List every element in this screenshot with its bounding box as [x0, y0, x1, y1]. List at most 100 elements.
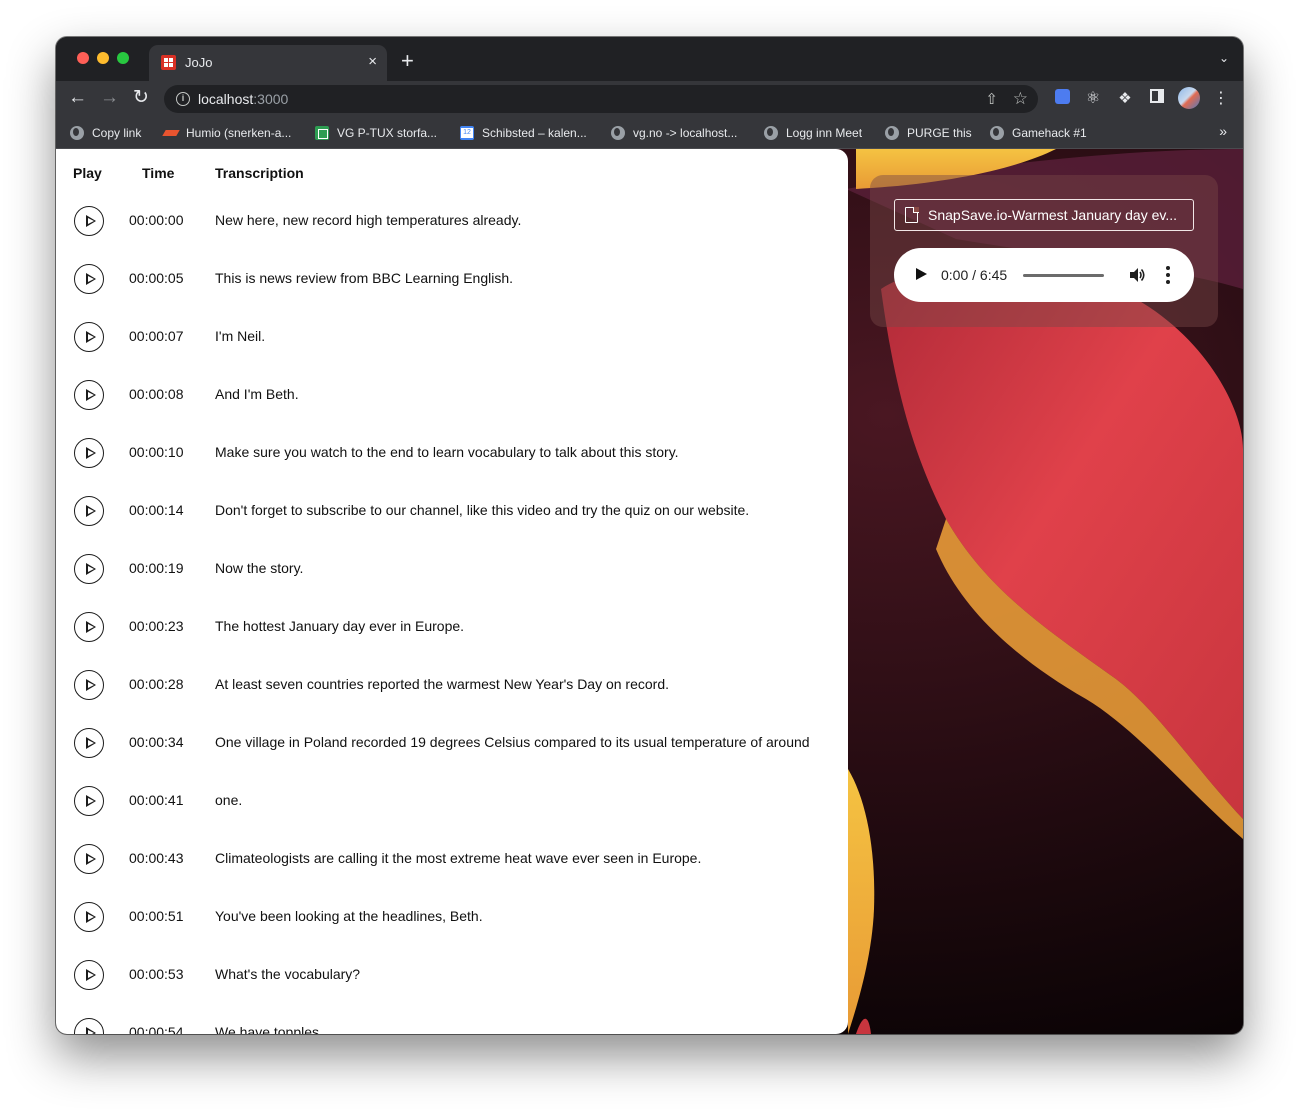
extensions-puzzle-icon[interactable]: ❖ — [1115, 89, 1135, 109]
minimize-window-button[interactable] — [97, 52, 109, 64]
close-window-button[interactable] — [77, 52, 89, 64]
segment-time: 00:00:08 — [129, 386, 184, 402]
bookmark-vg-ptux[interactable]: VG P-TUX storfa... — [315, 124, 437, 142]
table-row: 00:00:28 At least seven countries report… — [56, 657, 848, 715]
table-row: 00:00:08 And I'm Beth. — [56, 367, 848, 425]
bookmark-label: Copy link — [92, 126, 142, 140]
segment-text: The hottest January day ever in Europe. — [215, 618, 465, 634]
bookmark-label: PURGE this — [907, 126, 972, 140]
bookmark-humio[interactable]: Humio (snerken-a... — [164, 124, 291, 142]
table-row: 00:00:00 New here, new record high tempe… — [56, 193, 848, 251]
sheets-icon — [315, 126, 329, 140]
side-panel-icon[interactable] — [1147, 89, 1167, 109]
segment-text: What's the vocabulary? — [215, 966, 361, 982]
back-button[interactable]: ← — [68, 86, 87, 110]
segment-time: 00:00:14 — [129, 502, 184, 518]
segment-time: 00:00:54 — [129, 1024, 184, 1034]
file-chip[interactable]: SnapSave.io-Warmest January day ev... — [894, 199, 1194, 231]
tab-jojo[interactable]: JoJo × — [149, 45, 387, 81]
segment-text: You've been looking at the headlines, Be… — [215, 908, 483, 924]
forward-button[interactable]: → — [100, 86, 119, 110]
play-segment-button[interactable] — [74, 960, 104, 990]
segment-time: 00:00:00 — [129, 212, 184, 228]
extension-react-icon[interactable]: ⚛ — [1083, 89, 1103, 109]
segment-time: 00:00:07 — [129, 328, 184, 344]
segment-text: one. — [215, 792, 243, 808]
segment-text: Make sure you watch to the end to learn … — [215, 444, 679, 460]
table-row: 00:00:23 The hottest January day ever in… — [56, 599, 848, 657]
transcription-panel: Play Time Transcription 00:00:00 New her… — [56, 149, 848, 1034]
header-play: Play — [73, 165, 102, 181]
play-segment-button[interactable] — [74, 844, 104, 874]
tab-search-chevron-icon[interactable]: ⌄ — [1219, 51, 1229, 65]
maximize-window-button[interactable] — [117, 52, 129, 64]
segment-time: 00:00:23 — [129, 618, 184, 634]
browser-toolbar: ← → ↻ i localhost:3000 ⇧ ☆ ⚛ ❖ ⋮ — [56, 81, 1243, 117]
segment-text: We have topples. — [215, 1024, 323, 1034]
bookmark-copy-link[interactable]: Copy link — [70, 124, 141, 142]
segment-time: 00:00:53 — [129, 966, 184, 982]
page-viewport: Play Time Transcription 00:00:00 New her… — [56, 149, 1243, 1034]
bookmark-label: Schibsted – kalen... — [482, 126, 587, 140]
segment-text: Now the story. — [215, 560, 304, 576]
url-host: localhost — [198, 91, 254, 107]
file-name: SnapSave.io-Warmest January day ev... — [928, 207, 1177, 223]
bookmark-logg-inn-meet[interactable]: Logg inn Meet — [764, 124, 862, 142]
tab-strip: JoJo × + ⌄ — [56, 37, 1243, 81]
segment-text: New here, new record high temperatures a… — [215, 212, 522, 228]
bookmark-label: VG P-TUX storfa... — [337, 126, 438, 140]
audio-player-card: SnapSave.io-Warmest January day ev... 0:… — [870, 175, 1218, 327]
tab-close-button[interactable]: × — [368, 53, 377, 71]
play-segment-button[interactable] — [74, 322, 104, 352]
audio-seek-slider[interactable] — [1023, 274, 1104, 277]
play-segment-button[interactable] — [74, 902, 104, 932]
table-row: 00:00:34 One village in Poland recorded … — [56, 715, 848, 773]
globe-icon — [990, 126, 1004, 140]
segment-time: 00:00:51 — [129, 908, 184, 924]
bookmark-gamehack[interactable]: Gamehack #1 — [990, 124, 1087, 142]
segment-time: 00:00:34 — [129, 734, 184, 750]
play-segment-button[interactable] — [74, 264, 104, 294]
tab-title: JoJo — [185, 55, 213, 70]
globe-icon — [611, 126, 625, 140]
play-segment-button[interactable] — [74, 786, 104, 816]
play-segment-button[interactable] — [74, 612, 104, 642]
browser-menu-icon[interactable]: ⋮ — [1211, 89, 1231, 109]
table-row: 00:00:19 Now the story. — [56, 541, 848, 599]
play-segment-button[interactable] — [74, 728, 104, 758]
address-bar[interactable]: i localhost:3000 ⇧ ☆ — [164, 85, 1038, 113]
transcription-table-header: Play Time Transcription — [56, 165, 848, 185]
audio-play-button[interactable] — [916, 268, 927, 280]
new-tab-button[interactable]: + — [401, 50, 414, 72]
transcription-rows: 00:00:00 New here, new record high tempe… — [56, 193, 848, 1034]
play-segment-button[interactable] — [74, 438, 104, 468]
play-segment-button[interactable] — [74, 554, 104, 584]
play-segment-button[interactable] — [74, 206, 104, 236]
file-icon — [905, 206, 919, 223]
bookmark-label: vg.no -> localhost... — [633, 126, 738, 140]
audio-time-display: 0:00 / 6:45 — [941, 267, 1008, 283]
site-info-icon[interactable]: i — [176, 92, 190, 106]
url-text[interactable]: localhost:3000 — [198, 91, 288, 107]
profile-avatar[interactable] — [1178, 87, 1200, 109]
play-segment-button[interactable] — [74, 380, 104, 410]
bookmark-vg-localhost[interactable]: vg.no -> localhost... — [611, 124, 737, 142]
play-segment-button[interactable] — [74, 1018, 104, 1034]
audio-player: 0:00 / 6:45 — [894, 248, 1194, 302]
bookmark-purge-this[interactable]: PURGE this — [885, 124, 972, 142]
reload-button[interactable]: ↻ — [133, 86, 149, 110]
table-row: 00:00:41 one. — [56, 773, 848, 831]
table-row: 00:00:14 Don't forget to subscribe to ou… — [56, 483, 848, 541]
extension-bitwarden-icon[interactable] — [1052, 89, 1072, 109]
play-segment-button[interactable] — [74, 670, 104, 700]
bookmark-schibsted-calendar[interactable]: Schibsted – kalen... — [460, 124, 587, 142]
bookmarks-bar: Copy link Humio (snerken-a... VG P-TUX s… — [56, 117, 1243, 149]
bookmark-label: Logg inn Meet — [786, 126, 863, 140]
play-segment-button[interactable] — [74, 496, 104, 526]
audio-options-icon[interactable] — [1162, 264, 1174, 286]
more-bookmarks-button[interactable]: » — [1219, 123, 1227, 139]
bookmark-star-icon[interactable]: ☆ — [1013, 89, 1028, 109]
share-icon[interactable]: ⇧ — [985, 90, 998, 108]
volume-icon[interactable] — [1127, 265, 1147, 285]
segment-text: At least seven countries reported the wa… — [215, 676, 670, 692]
